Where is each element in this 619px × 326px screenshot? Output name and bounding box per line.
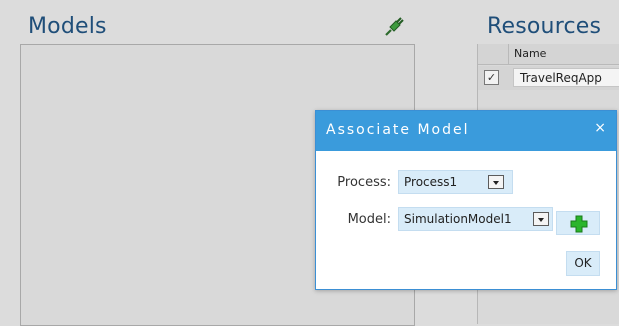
plug-icon[interactable] (383, 16, 405, 38)
plus-icon (570, 215, 588, 233)
column-header-name[interactable]: Name (514, 47, 546, 60)
chevron-down-icon[interactable] (533, 212, 549, 226)
dialog-title: Associate Model (326, 122, 470, 138)
ok-button[interactable]: OK (566, 251, 600, 276)
select-column-header (478, 44, 509, 64)
associate-model-dialog: Associate Model × Process: Process1 Mode… (315, 110, 617, 290)
resources-title: Resources (487, 14, 602, 39)
process-select[interactable]: Process1 (398, 170, 513, 194)
process-select-value: Process1 (404, 175, 458, 189)
model-label: Model: (347, 212, 391, 227)
dialog-header: Associate Model × (316, 111, 616, 151)
model-select-value: SimulationModel1 (404, 212, 512, 226)
grid-header: Name (478, 44, 619, 65)
add-model-button[interactable] (556, 211, 600, 235)
process-label: Process: (337, 175, 391, 190)
table-row[interactable]: ✓ TravelReqApp (478, 66, 619, 90)
row-checkbox[interactable]: ✓ (484, 70, 499, 85)
model-select[interactable]: SimulationModel1 (398, 207, 553, 231)
chevron-down-icon[interactable] (488, 175, 504, 189)
models-title: Models (28, 14, 107, 39)
resource-name-cell[interactable]: TravelReqApp (513, 68, 619, 87)
close-icon[interactable]: × (594, 120, 606, 136)
